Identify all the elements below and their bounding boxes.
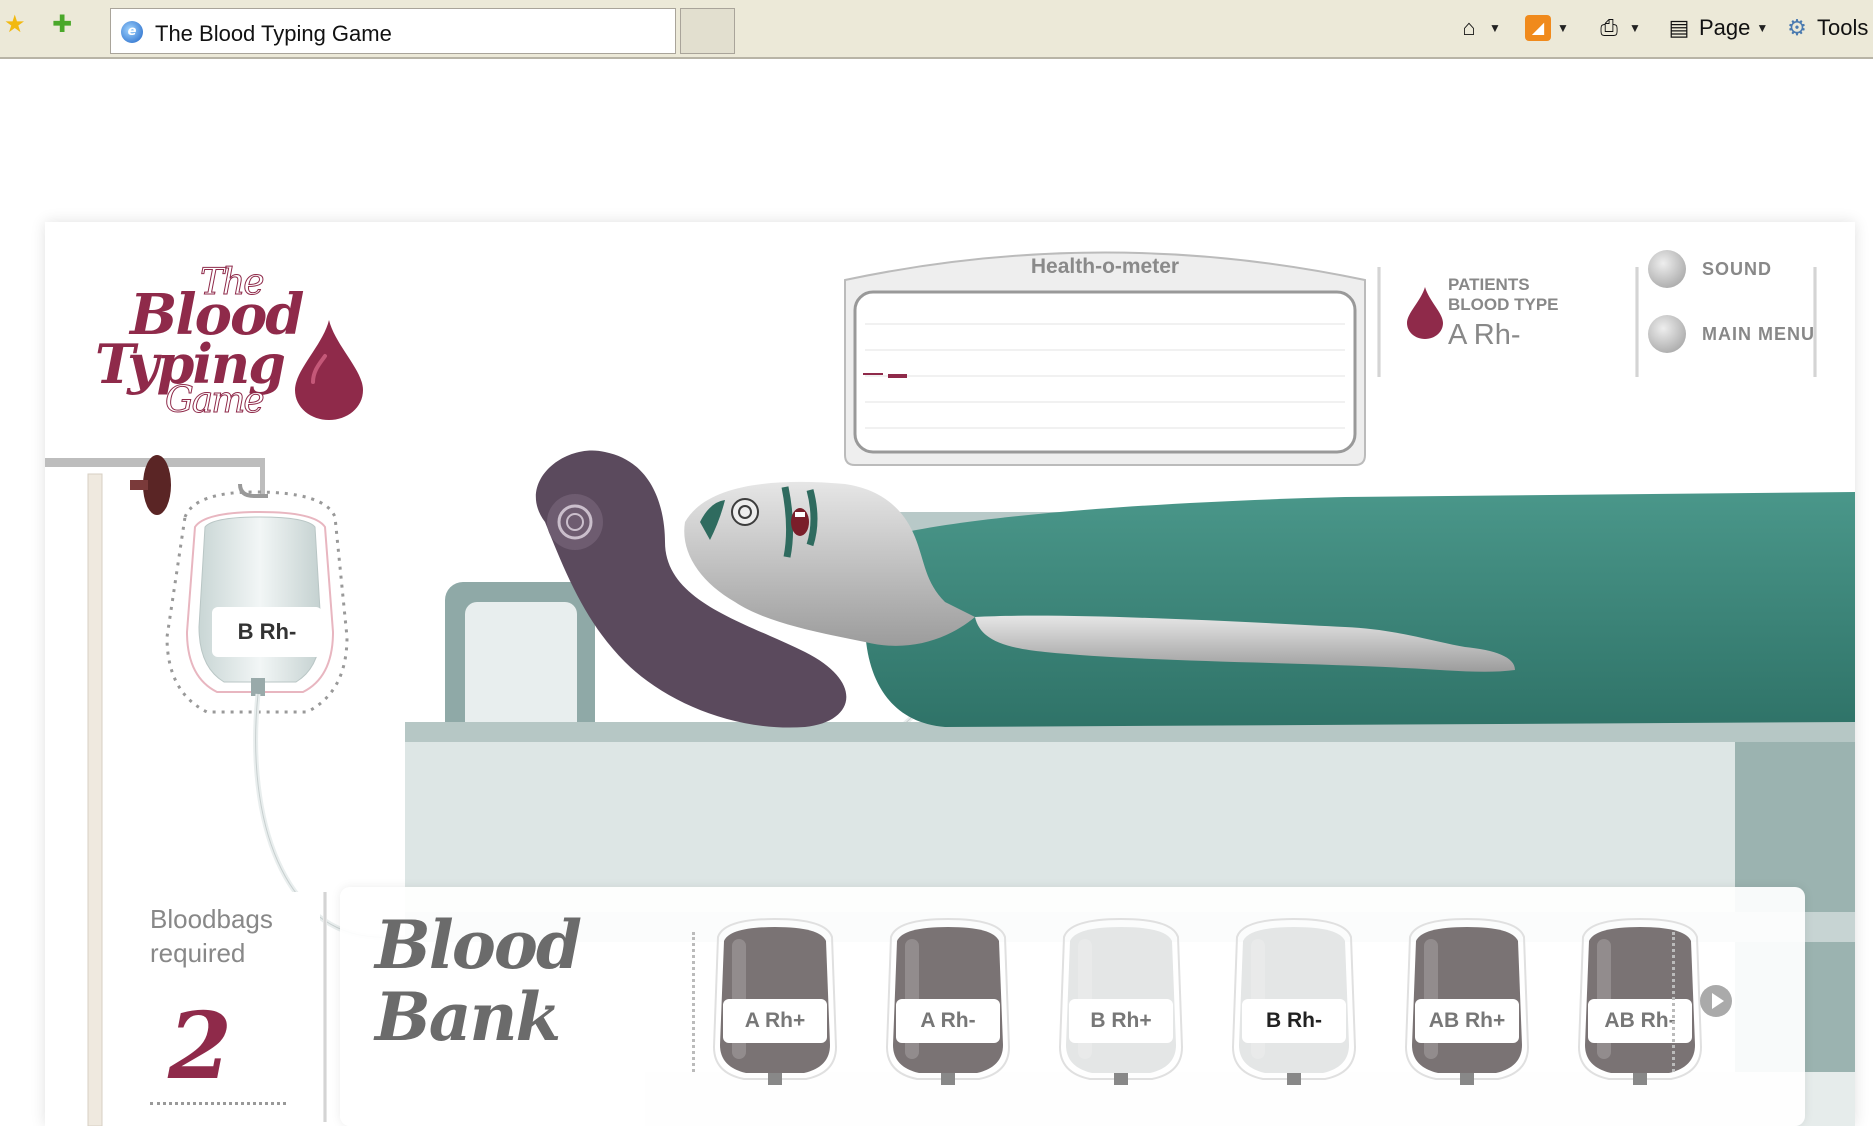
printer-icon: ⎙ bbox=[1600, 15, 1618, 40]
bloodbags-required: Bloodbags required 2 bbox=[120, 892, 320, 1126]
print-button[interactable]: ⎙ ▼ bbox=[1595, 12, 1641, 44]
dotted-divider bbox=[692, 932, 695, 1072]
blood-bag-3[interactable]: B Rh+ bbox=[1056, 917, 1186, 1087]
next-bags-button[interactable] bbox=[1700, 985, 1732, 1017]
blood-bag-4[interactable]: B Rh- bbox=[1229, 917, 1359, 1087]
blood-bag-6[interactable]: AB Rh- bbox=[1575, 917, 1705, 1087]
blood-bank-title-line2: Bank bbox=[375, 978, 561, 1056]
blood-bag-label: B Rh- bbox=[1242, 999, 1346, 1043]
sound-button[interactable]: SOUND bbox=[1648, 250, 1772, 288]
separator bbox=[1377, 267, 1381, 377]
browser-toolbar: ★ ✚ e The Blood Typing Game ⌂ ▼ ◢ ▼ ⎙ ▼ ▤ P… bbox=[0, 0, 1873, 59]
ie-icon: e bbox=[121, 21, 143, 43]
bloodbags-required-label: Bloodbags required bbox=[150, 904, 273, 968]
blood-bag-label: A Rh- bbox=[896, 999, 1000, 1043]
patient-blood-type: PATIENTS BLOOD TYPE A Rh- bbox=[1385, 267, 1635, 377]
main-menu-label: MAIN MENU bbox=[1702, 323, 1815, 344]
feeds-button[interactable]: ◢ ▼ bbox=[1525, 12, 1569, 44]
game-logo: The Blood Typing Game bbox=[95, 262, 365, 422]
dotted-divider bbox=[1672, 932, 1675, 1072]
page-menu-button[interactable]: ▤ Page ▼ bbox=[1665, 12, 1769, 44]
patient-blood-type-label: PATIENTS BLOOD TYPE bbox=[1448, 275, 1559, 314]
separator bbox=[323, 892, 327, 1122]
home-button[interactable]: ⌂ ▼ bbox=[1455, 12, 1501, 44]
chevron-down-icon: ▼ bbox=[1629, 21, 1641, 35]
menu-icon bbox=[1648, 315, 1686, 353]
favorites-star-icon[interactable]: ★ bbox=[4, 12, 26, 36]
logo-game: Game bbox=[165, 380, 266, 422]
main-menu-button[interactable]: MAIN MENU bbox=[1648, 315, 1815, 353]
iv-bag[interactable] bbox=[165, 490, 349, 714]
tools-menu-label: Tools bbox=[1817, 15, 1869, 40]
blood-bag-label: AB Rh- bbox=[1588, 999, 1692, 1043]
blood-bag-label: AB Rh+ bbox=[1415, 999, 1519, 1043]
add-favorites-icon[interactable]: ✚ bbox=[52, 12, 72, 36]
blood-bag-label: B Rh+ bbox=[1069, 999, 1173, 1043]
rss-icon: ◢ bbox=[1525, 15, 1551, 41]
blood-bank-title-line1: Blood bbox=[375, 906, 582, 984]
page-icon: ▤ bbox=[1668, 15, 1690, 40]
iv-bag-label: B Rh- bbox=[212, 607, 322, 657]
blood-bank-title: Blood Bank bbox=[375, 906, 582, 1056]
blood-bag-1[interactable]: A Rh+ bbox=[710, 917, 840, 1087]
speaker-icon bbox=[1648, 250, 1686, 288]
blood-bag-5[interactable]: AB Rh+ bbox=[1402, 917, 1532, 1087]
bed-sheet bbox=[865, 492, 1855, 727]
sound-label: SOUND bbox=[1702, 258, 1773, 279]
blood-drop-icon bbox=[295, 320, 363, 420]
tab-title: The Blood Typing Game bbox=[155, 21, 392, 46]
dotted-divider bbox=[150, 1102, 286, 1105]
blood-bag-2[interactable]: A Rh- bbox=[883, 917, 1013, 1087]
blood-bank: Blood Bank A Rh+ A Rh- B Rh+ B Rh- AB Rh+ AB … bbox=[340, 887, 1805, 1126]
health-meter-title: Health-o-meter bbox=[1030, 255, 1180, 278]
health-o-meter: Health-o-meter bbox=[835, 240, 1375, 470]
browser-tab[interactable]: e The Blood Typing Game bbox=[110, 8, 676, 54]
separator bbox=[1635, 267, 1639, 377]
page-menu-label: Page bbox=[1699, 15, 1751, 40]
game-area: The Blood Typing Game Health-o-meter PAT… bbox=[45, 222, 1855, 1126]
patient-blood-type-value: A Rh- bbox=[1448, 319, 1521, 351]
gear-icon: ⚙ bbox=[1787, 15, 1807, 40]
new-tab-button[interactable] bbox=[680, 8, 735, 54]
bloodbags-required-count: 2 bbox=[167, 992, 232, 1100]
chevron-down-icon: ▼ bbox=[1756, 21, 1769, 35]
home-icon: ⌂ bbox=[1462, 15, 1476, 40]
tools-menu-button[interactable]: ⚙ Tools bbox=[1783, 12, 1868, 44]
blood-drop-icon bbox=[1407, 287, 1443, 339]
chevron-down-icon: ▼ bbox=[1489, 21, 1501, 35]
chevron-down-icon: ▼ bbox=[1557, 21, 1569, 35]
blood-bag-label: A Rh+ bbox=[723, 999, 827, 1043]
